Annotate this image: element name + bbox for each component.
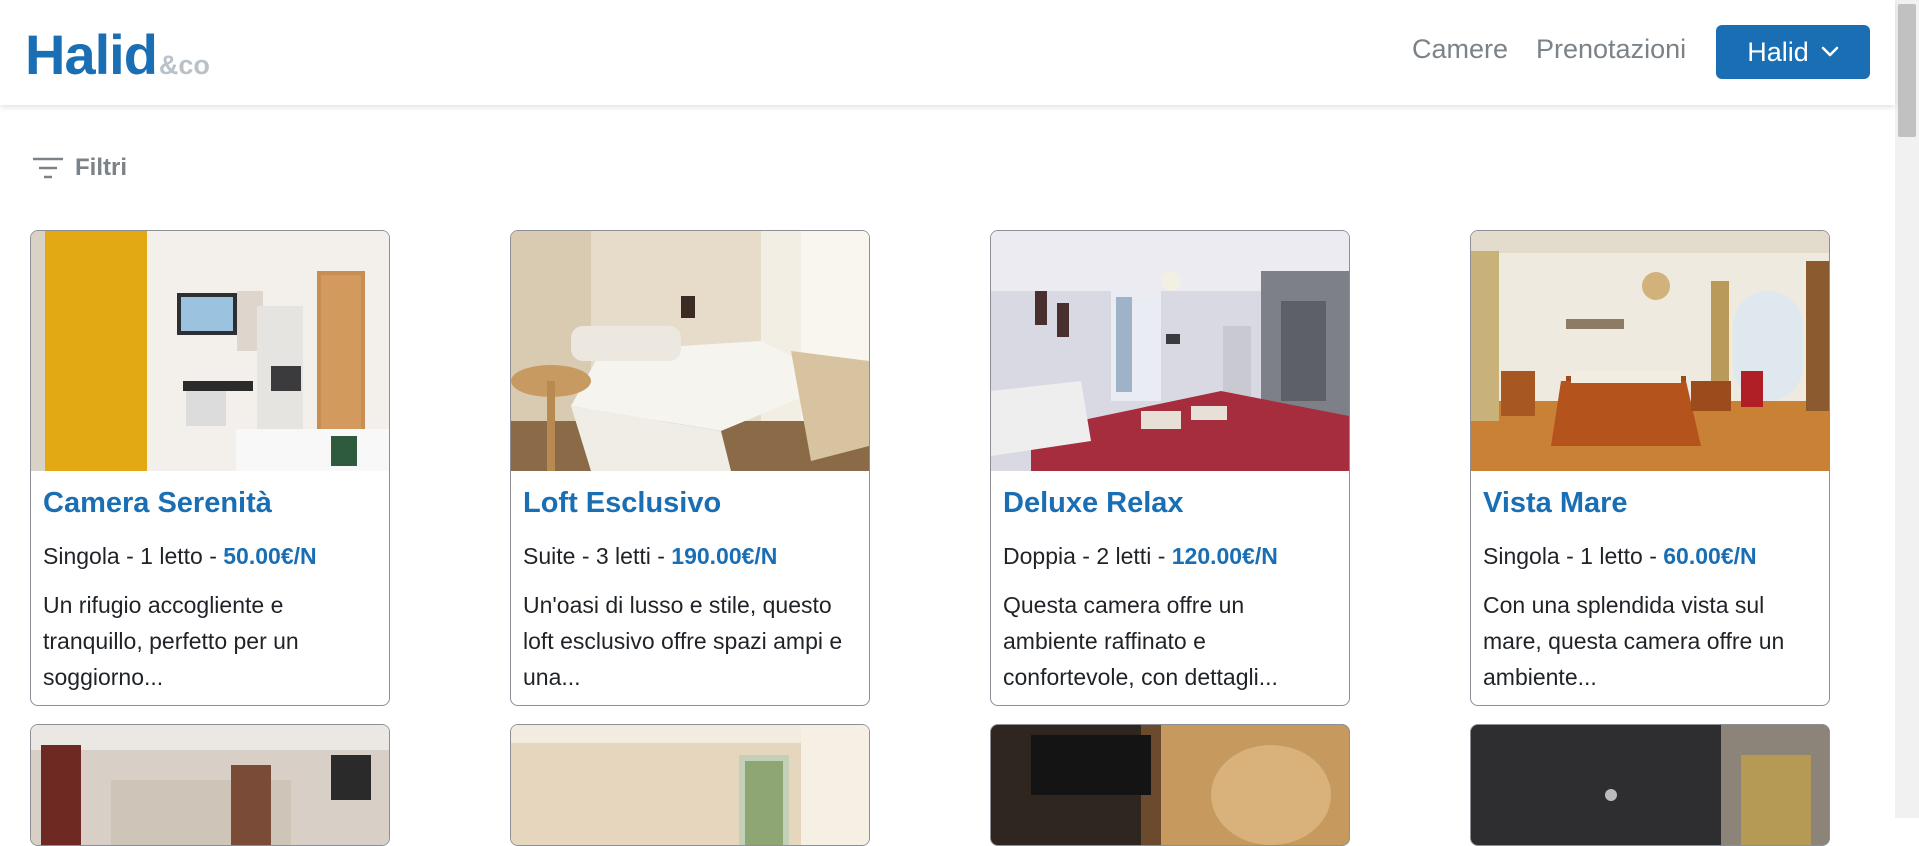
room-price: 50.00€/N: [223, 543, 317, 569]
room-type-beds: Suite - 3 letti -: [523, 543, 672, 569]
room-price: 190.00€/N: [671, 543, 778, 569]
filters-toggle[interactable]: Filtri: [31, 154, 127, 182]
room-description: Un rifugio accogliente e tranquillo, per…: [43, 592, 299, 690]
user-menu-label: Halid: [1747, 36, 1809, 67]
room-card[interactable]: [1470, 724, 1830, 846]
room-type-beds: Doppia - 2 letti -: [1003, 543, 1172, 569]
room-card[interactable]: [30, 724, 390, 846]
room-title[interactable]: Loft Esclusivo: [523, 487, 721, 520]
room-meta: Suite - 3 letti - 190.00€/N: [523, 543, 777, 570]
room-card[interactable]: [990, 724, 1350, 846]
room-photo: [511, 725, 869, 845]
room-description: Con una splendida vista sul mare, questa…: [1483, 592, 1785, 690]
room-card[interactable]: Vista Mare Singola - 1 letto - 60.00€/N …: [1470, 230, 1830, 706]
room-photo: [991, 725, 1349, 845]
nav-prenotazioni[interactable]: Prenotazioni: [1536, 34, 1686, 65]
room-description: Questa camera offre un ambiente raffinat…: [1003, 592, 1278, 690]
nav-camere-label[interactable]: Camere: [1412, 34, 1508, 65]
nav-camere[interactable]: Camere: [1412, 34, 1508, 65]
room-meta: Singola - 1 letto - 60.00€/N: [1483, 543, 1757, 570]
room-card[interactable]: [510, 724, 870, 846]
chevron-down-icon: [1821, 46, 1839, 57]
room-meta: Doppia - 2 letti - 120.00€/N: [1003, 543, 1278, 570]
room-card[interactable]: Deluxe Relax Doppia - 2 letti - 120.00€/…: [990, 230, 1350, 706]
room-description: Un'oasi di lusso e stile, questo loft es…: [523, 592, 843, 690]
room-type-beds: Singola - 1 letto -: [43, 543, 224, 569]
room-meta: Singola - 1 letto - 50.00€/N: [43, 543, 317, 570]
room-photo: [1471, 231, 1829, 471]
filter-lines-icon: [33, 157, 63, 179]
room-type-beds: Singola - 1 letto -: [1483, 543, 1664, 569]
room-photo: [31, 231, 389, 471]
top-navbar: Halid &co Camere Prenotazioni Halid: [0, 0, 1895, 105]
room-price: 60.00€/N: [1663, 543, 1757, 569]
room-title[interactable]: Camera Serenità: [43, 487, 272, 520]
room-photo: [511, 231, 869, 471]
room-title[interactable]: Vista Mare: [1483, 487, 1628, 520]
room-price: 120.00€/N: [1171, 543, 1278, 569]
filters-label: Filtri: [75, 154, 127, 181]
logo[interactable]: Halid &co: [25, 22, 210, 87]
room-card[interactable]: Camera Serenità Singola - 1 letto - 50.0…: [30, 230, 390, 706]
room-photo: [1471, 725, 1829, 845]
room-card[interactable]: Loft Esclusivo Suite - 3 letti - 190.00€…: [510, 230, 870, 706]
scrollbar-thumb[interactable]: [1898, 4, 1916, 137]
logo-sub-text: &co: [158, 50, 210, 80]
nav-prenotazioni-label[interactable]: Prenotazioni: [1536, 34, 1686, 65]
room-photo: [991, 231, 1349, 471]
logo-main-text: Halid: [25, 23, 158, 86]
user-menu-button[interactable]: Halid: [1716, 25, 1870, 79]
room-photo: [31, 725, 389, 845]
room-title[interactable]: Deluxe Relax: [1003, 487, 1184, 520]
page-scrollbar[interactable]: [1895, 0, 1919, 818]
